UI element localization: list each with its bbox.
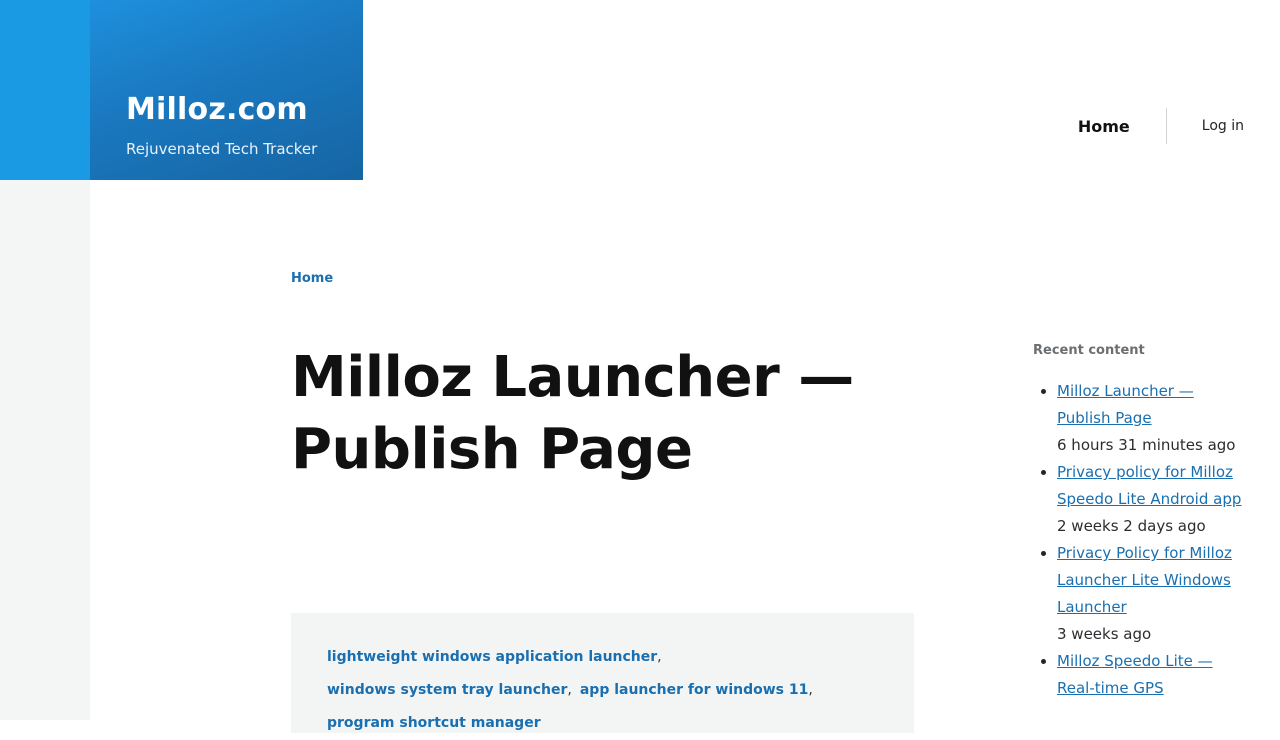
- left-gutter-accent: [0, 0, 90, 180]
- tag-list: lightweight windows application launcher…: [327, 649, 813, 731]
- site-name[interactable]: Milloz.com: [126, 92, 308, 127]
- tag-link[interactable]: windows system tray launcher: [327, 682, 567, 698]
- recent-item-link[interactable]: Milloz Launcher — Publish Page: [1057, 382, 1194, 427]
- tag-link[interactable]: lightweight windows application launcher: [327, 649, 657, 665]
- recent-item-link[interactable]: Milloz Speedo Lite — Real-time GPS: [1057, 652, 1213, 697]
- nav-login-link[interactable]: Log in: [1167, 118, 1244, 134]
- recent-content-list: Milloz Launcher — Publish Page 6 hours 3…: [1033, 378, 1248, 702]
- breadcrumb-home-link[interactable]: Home: [291, 271, 333, 286]
- recent-item-link[interactable]: Privacy policy for Milloz Speedo Lite An…: [1057, 463, 1241, 508]
- recent-item-link[interactable]: Privacy Policy for Milloz Launcher Lite …: [1057, 544, 1232, 616]
- nav-home-link[interactable]: Home: [1078, 117, 1166, 136]
- main-navigation: Home Log in: [1078, 108, 1244, 144]
- recent-item-time: 2 weeks 2 days ago: [1057, 517, 1206, 535]
- recent-item-time: 6 hours 31 minutes ago: [1057, 436, 1236, 454]
- tag-link[interactable]: program shortcut manager: [327, 715, 541, 731]
- page-title: Milloz Launcher — Publish Page: [291, 342, 891, 486]
- tags-panel: lightweight windows application launcher…: [291, 613, 914, 733]
- recent-content-title: Recent content: [1033, 343, 1145, 358]
- page-title-line1: Milloz Launcher —: [291, 345, 854, 410]
- page-title-line2: Publish Page: [291, 417, 693, 482]
- recent-content-block: Recent content Milloz Launcher — Publish…: [1033, 343, 1248, 702]
- list-item: Privacy policy for Milloz Speedo Lite An…: [1057, 459, 1248, 540]
- recent-item-time: 3 weeks ago: [1057, 625, 1152, 643]
- site-slogan: Rejuvenated Tech Tracker: [126, 140, 318, 158]
- tag-link[interactable]: app launcher for windows 11: [580, 682, 809, 698]
- list-item: Privacy Policy for Milloz Launcher Lite …: [1057, 540, 1248, 648]
- site-branding: Milloz.com Rejuvenated Tech Tracker: [90, 0, 363, 180]
- list-item: Milloz Speedo Lite — Real-time GPS: [1057, 648, 1248, 702]
- list-item: Milloz Launcher — Publish Page 6 hours 3…: [1057, 378, 1248, 459]
